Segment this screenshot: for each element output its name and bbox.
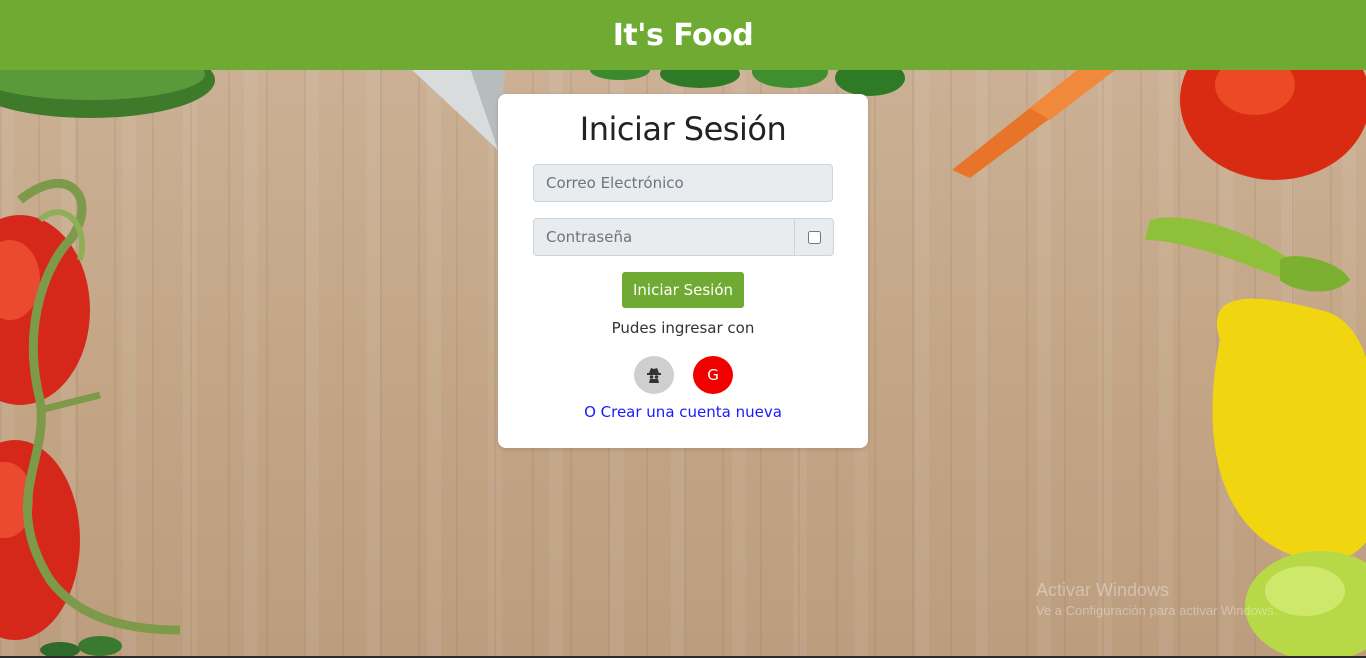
password-field[interactable]: [533, 218, 795, 256]
top-bar: It's Food: [0, 0, 1366, 70]
anonymous-icon: [647, 368, 661, 383]
cucumber-image: [0, 70, 215, 118]
login-card: Iniciar Sesión Iniciar Sesión Pudes ingr…: [498, 94, 868, 448]
carrot-image: [952, 70, 1115, 178]
yellow-pepper-image: [1145, 217, 1366, 562]
windows-activation-watermark: Activar Windows Ve a Configuración para …: [1036, 580, 1277, 618]
show-password-checkbox[interactable]: [807, 230, 821, 244]
tomatoes-left-image: [0, 178, 181, 640]
create-account-link[interactable]: O Crear una cuenta nueva: [498, 403, 868, 421]
knife-image: [412, 70, 505, 150]
alt-login-text: Pudes ingresar con: [611, 319, 755, 337]
anonymous-login-button[interactable]: [634, 356, 674, 394]
watermark-title: Activar Windows: [1036, 580, 1170, 600]
herb-bottom-left-image: [40, 636, 122, 656]
login-title: Iniciar Sesión: [579, 110, 787, 148]
tomato-top-right-image: [1180, 70, 1366, 180]
password-group: [533, 218, 834, 256]
email-field[interactable]: [533, 164, 833, 202]
brand-title: It's Food: [612, 17, 754, 53]
login-button[interactable]: Iniciar Sesión: [622, 272, 744, 308]
google-login-button[interactable]: G: [693, 356, 733, 394]
watermark-subtitle: Ve a Configuración para activar Windows.: [1036, 603, 1278, 618]
google-icon: G: [707, 366, 719, 384]
show-password-toggle[interactable]: [795, 218, 834, 256]
